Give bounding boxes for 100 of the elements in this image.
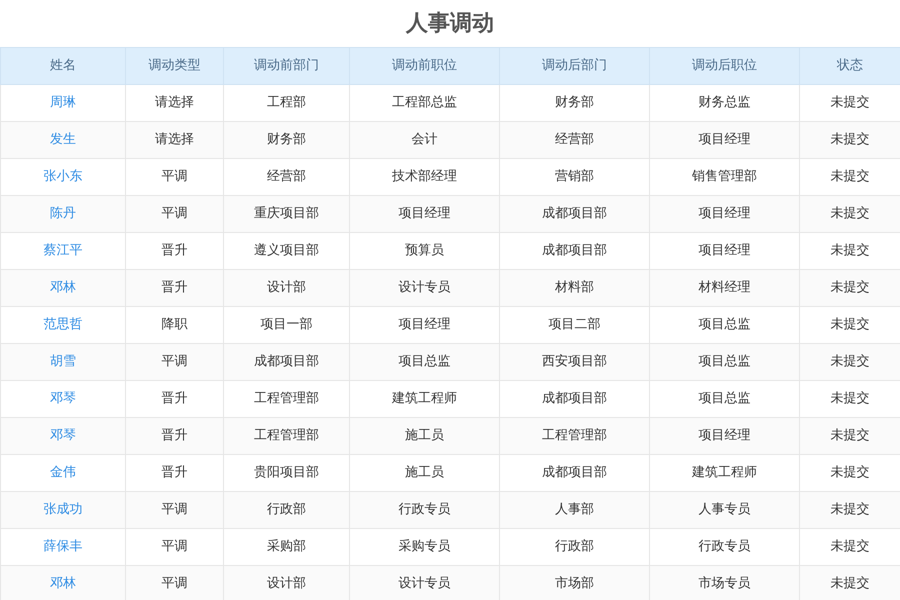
table-cell: 未提交: [830, 465, 870, 480]
table-cell: 成都项目部: [254, 354, 319, 370]
table-cell: 预算员: [405, 243, 444, 258]
table-cell: 西安项目部: [542, 354, 607, 370]
name-link[interactable]: 邓林: [50, 576, 76, 592]
table-cell: 未提交: [830, 539, 870, 554]
table-cell: 成都项目部: [542, 243, 607, 258]
table-cell: 销售管理部: [692, 169, 757, 184]
table-cell: 工程部: [267, 95, 306, 110]
table-cell: 项目总监: [698, 317, 750, 332]
table-cell: 经营部: [555, 132, 594, 148]
table-cell: 项目一部: [260, 317, 312, 332]
table-cell: 人事部: [555, 502, 594, 518]
table-cell: 遵义项目部: [254, 243, 319, 258]
name-link[interactable]: 金伟: [50, 465, 76, 480]
table-cell: 市场部: [555, 576, 594, 592]
column-header: 姓名: [0, 48, 126, 84]
table-cell: 施工员: [405, 428, 444, 444]
table-cell: 项目总监: [698, 391, 750, 406]
table-cell: 技术部经理: [392, 169, 457, 184]
table-cell: 晋升: [162, 428, 188, 444]
name-link[interactable]: 邓琴: [50, 391, 76, 406]
table-cell: 平调: [162, 576, 188, 592]
table-cell: 建筑工程师: [392, 391, 457, 406]
table-cell: 项目经理: [398, 317, 450, 332]
table-cell: 设计专员: [398, 576, 450, 592]
table-cell: 工程管理部: [254, 391, 319, 406]
table-cell: 成都项目部: [542, 206, 607, 222]
table-cell: 材料经理: [698, 280, 750, 296]
name-link[interactable]: 邓林: [50, 280, 76, 296]
table-cell: 行政专员: [698, 539, 750, 554]
name-link[interactable]: 张小东: [44, 169, 82, 184]
table-cell: 未提交: [830, 243, 870, 258]
table-cell: 施工员: [405, 465, 444, 480]
table-cell: 项目经理: [698, 243, 750, 258]
name-link[interactable]: 陈丹: [50, 206, 76, 222]
table-cell: 建筑工程师: [692, 465, 757, 480]
table-cell: 会计: [412, 132, 438, 148]
table-cell: 降职: [162, 317, 188, 332]
table-cell: 未提交: [830, 391, 870, 406]
table-cell: 未提交: [830, 206, 870, 222]
table-cell: 项目经理: [698, 206, 750, 222]
name-link[interactable]: 薛保丰: [44, 539, 82, 554]
table-cell: 平调: [162, 169, 188, 184]
table-cell: 采购专员: [398, 539, 450, 554]
column-header: 调动前职位: [350, 48, 500, 84]
table-cell: 财务部: [555, 95, 594, 110]
table-cell: 未提交: [830, 354, 870, 370]
table-cell: 晋升: [162, 280, 188, 296]
table-cell: 材料部: [555, 280, 594, 296]
table-cell: 行政部: [555, 539, 594, 554]
table-cell: 设计部: [267, 576, 306, 592]
table-cell: 未提交: [830, 576, 870, 592]
table-cell: 请选择: [155, 132, 194, 148]
table-cell: 晋升: [162, 243, 188, 258]
table-cell: 请选择: [155, 95, 194, 110]
table-cell: 贵阳项目部: [254, 465, 319, 480]
column-header: 调动后职位: [650, 48, 800, 84]
table-cell: 平调: [162, 502, 188, 518]
table-cell: 项目经理: [698, 132, 750, 148]
table-cell: 项目总监: [698, 354, 750, 370]
name-link[interactable]: 张成功: [44, 502, 82, 518]
table-cell: 行政部: [267, 502, 306, 518]
table-cell: 营销部: [555, 169, 594, 184]
name-link[interactable]: 周琳: [50, 95, 76, 110]
table-cell: 晋升: [162, 465, 188, 480]
table-cell: 经营部: [267, 169, 306, 184]
table-cell: 工程部总监: [392, 95, 457, 110]
name-link[interactable]: 蔡江平: [44, 243, 82, 258]
table-cell: 晋升: [162, 391, 188, 406]
column-header: 调动后部门: [500, 48, 650, 84]
table-cell: 未提交: [830, 502, 870, 518]
table-cell: 市场专员: [698, 576, 750, 592]
table-cell: 重庆项目部: [254, 206, 319, 222]
table-cell: 未提交: [830, 132, 870, 148]
page-title: 人事调动: [406, 10, 494, 38]
table-cell: 工程管理部: [542, 428, 607, 444]
table-cell: 项目经理: [698, 428, 750, 444]
table-cell: 财务部: [267, 132, 306, 148]
table-cell: 成都项目部: [542, 465, 607, 480]
table-cell: 工程管理部: [254, 428, 319, 444]
table-cell: 项目二部: [548, 317, 600, 332]
name-link[interactable]: 胡雪: [50, 354, 76, 370]
table-cell: 未提交: [830, 95, 870, 110]
table-cell: 设计专员: [398, 280, 450, 296]
table-cell: 平调: [162, 539, 188, 554]
table-cell: 未提交: [830, 169, 870, 184]
name-link[interactable]: 邓琴: [50, 428, 76, 444]
table-cell: 平调: [162, 206, 188, 222]
table-cell: 成都项目部: [542, 391, 607, 406]
table-cell: 项目总监: [398, 354, 450, 370]
table-cell: 未提交: [830, 280, 870, 296]
name-link[interactable]: 发生: [50, 132, 76, 148]
table-cell: 未提交: [830, 317, 870, 332]
table-cell: 设计部: [267, 280, 306, 296]
name-link[interactable]: 范思哲: [44, 317, 82, 332]
table-cell: 采购部: [267, 539, 306, 554]
table-cell: 行政专员: [398, 502, 450, 518]
table-cell: 财务总监: [698, 95, 750, 110]
table-cell: 项目经理: [398, 206, 450, 222]
